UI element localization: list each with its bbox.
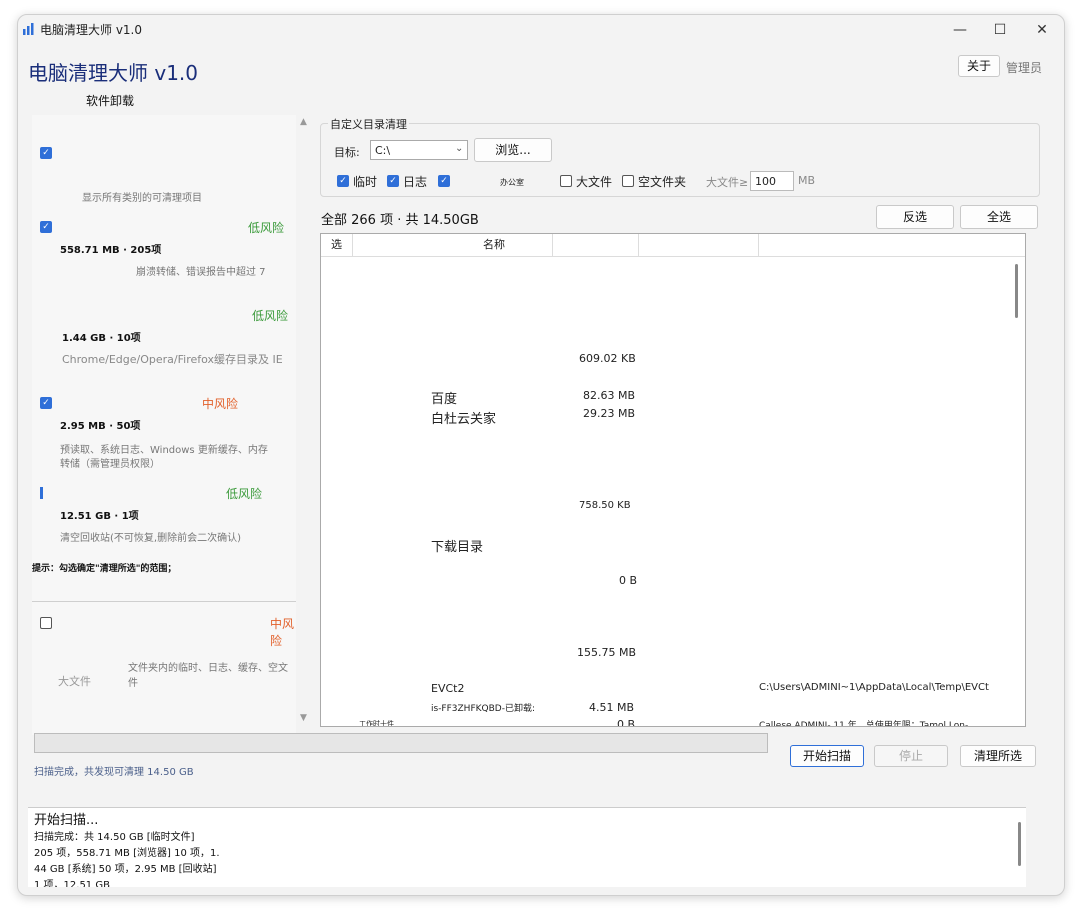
- category-browser-desc: Chrome/Edge/Opera/Firefox缓存目录及 IE: [62, 353, 283, 366]
- table-scrollbar-thumb[interactable]: [1015, 264, 1018, 318]
- column-type[interactable]: [639, 234, 759, 256]
- maximize-button[interactable]: ☐: [980, 19, 1020, 41]
- row-3-size: 29.23 MB: [583, 407, 636, 420]
- tab-uninstall[interactable]: 软件卸载: [86, 92, 134, 109]
- category-browser-stat: 1.44 GB · 10项: [62, 333, 141, 344]
- row-8-name: EVCt2: [431, 682, 465, 695]
- category-large-checkbox[interactable]: [40, 617, 52, 629]
- category-temp-stat: 558.71 MB · 205项: [60, 245, 162, 256]
- category-panel: ✓ 显示所有类别的可清理项目 ✓ 低风险 558.71 MB · 205项 崩溃…: [32, 115, 296, 735]
- category-recycle-checkbox[interactable]: [40, 487, 43, 499]
- filter-empty-checkbox[interactable]: [622, 175, 634, 187]
- category-scrollbar[interactable]: ▲ ▼: [298, 115, 312, 731]
- size-threshold-input[interactable]: 100: [750, 171, 794, 191]
- row-4-size: 758.50 KB: [579, 500, 631, 511]
- filter-large-checkbox[interactable]: [560, 175, 572, 187]
- size-threshold-label: 大文件≥: [706, 176, 749, 189]
- category-large-risk: 中风险: [270, 617, 295, 648]
- row-9-size: 4.51 MB: [589, 701, 635, 714]
- start-scan-button[interactable]: 开始扫描: [790, 745, 864, 767]
- row-6-size: 0 B: [619, 574, 638, 587]
- filter-office-checkbox[interactable]: ✓: [438, 175, 450, 187]
- stop-button[interactable]: 停止: [874, 745, 948, 767]
- filter-log-checkbox[interactable]: ✓: [387, 175, 399, 187]
- category-recycle-stat: 12.51 GB · 1项: [60, 511, 139, 522]
- title-bar: 电脑清理大师 v1.0 — ☐ ✕: [18, 15, 1064, 45]
- chevron-down-icon: ⌄: [455, 143, 464, 154]
- header-divider: [321, 256, 1025, 257]
- category-temp-checkbox[interactable]: ✓: [40, 221, 52, 233]
- category-large-desc: 文件夹内的临时、日志、缓存、空文件: [128, 663, 288, 689]
- clean-selected-button[interactable]: 清理所选: [960, 745, 1036, 767]
- table-footer-label: 工作时十件: [359, 720, 394, 727]
- window-title: 电脑清理大师 v1.0: [40, 23, 143, 37]
- category-temp-desc: 崩溃转储、错误报告中超过 7: [136, 267, 266, 278]
- row-7-size: 155.75 MB: [577, 646, 637, 659]
- log-line: 44 GB [系统] 50 项，2.95 MB [回收站]: [34, 864, 217, 875]
- close-button[interactable]: ✕: [1022, 19, 1062, 41]
- target-value: C:\: [375, 144, 391, 157]
- app-title: 电脑清理大师 v1.0: [28, 61, 198, 85]
- scan-progress-bar: [34, 733, 768, 753]
- category-recycle-risk: 低风险: [226, 487, 263, 501]
- log-line: 扫描完成：共 14.50 GB [临时文件]: [34, 832, 195, 843]
- list-summary: 全部 266 项 · 共 14.50GB: [321, 213, 479, 228]
- filter-temp-label: 临时: [353, 175, 378, 189]
- hint-text: 提示：勾选确定"清理所选"的范围；: [32, 564, 177, 574]
- scroll-down-icon[interactable]: ▼: [300, 713, 307, 723]
- browse-button[interactable]: 浏览...: [474, 138, 552, 162]
- custom-group-title: 自定义目录清理: [328, 116, 409, 132]
- column-select[interactable]: 选: [321, 234, 353, 256]
- log-scrollbar-thumb[interactable]: [1018, 822, 1021, 866]
- filter-temp-checkbox[interactable]: ✓: [337, 175, 349, 187]
- log-line: 205 项，558.71 MB [浏览器] 10 项，1.: [34, 848, 220, 859]
- category-temp-risk: 低风险: [248, 221, 285, 235]
- category-system-desc: 预读取、系统日志、Windows 更新缓存、内存: [60, 445, 268, 456]
- category-browser-risk: 低风险: [252, 309, 289, 323]
- row-5-name: 下载目录: [431, 540, 484, 555]
- category-system-stat: 2.95 MB · 50项: [60, 421, 141, 432]
- log-title: 开始扫描...: [34, 813, 99, 828]
- filter-empty-label: 空文件夹: [638, 175, 687, 189]
- about-button[interactable]: 关于: [958, 55, 1000, 77]
- row-3-name: 白杜云关家: [431, 412, 497, 427]
- row-8-path: C:\Users\ADMINI~1\AppData\Local\Temp\EVC…: [759, 682, 989, 693]
- select-all-button[interactable]: 全选: [960, 205, 1038, 229]
- size-unit: MB: [798, 174, 816, 187]
- file-table: 选 名称 609.02 KB 百度 82.63 MB 白杜云关家 29.23 M…: [320, 233, 1026, 727]
- scroll-up-icon[interactable]: ▲: [300, 117, 307, 127]
- row-10-path: Callese ADMINI- 11 年，总使用年限：Tamol Lon-: [759, 721, 969, 727]
- app-icon: [23, 23, 34, 35]
- filter-large-label: 大文件: [576, 175, 613, 189]
- target-label: 目标:: [334, 146, 360, 159]
- size-threshold-value: 100: [755, 175, 776, 188]
- category-system-checkbox[interactable]: ✓: [40, 397, 52, 409]
- category-large-name: 大文件: [58, 675, 91, 688]
- status-text: 扫描完成，共发现可清理 14.50 GB: [34, 767, 194, 778]
- row-10-size: 0 B: [617, 718, 636, 727]
- row-9-name: is-FF3ZHFKQBD-已卸载:: [431, 704, 535, 714]
- row-1-size: 609.02 KB: [579, 352, 636, 365]
- divider: [32, 601, 296, 602]
- column-name[interactable]: 名称: [353, 234, 553, 256]
- invert-selection-button[interactable]: 反选: [876, 205, 954, 229]
- column-size[interactable]: [553, 234, 639, 256]
- log-panel: 开始扫描... 扫描完成：共 14.50 GB [临时文件] 205 项，558…: [28, 807, 1026, 887]
- category-system-risk: 中风险: [202, 397, 239, 411]
- target-select[interactable]: C:\ ⌄: [370, 140, 468, 160]
- category-system-desc2: 转储（需管理员权限）: [60, 459, 160, 470]
- category-all-summary: 显示所有类别的可清理项目: [82, 193, 202, 204]
- category-recycle-desc: 清空回收站(不可恢复,删除前会二次确认): [60, 533, 241, 544]
- column-path[interactable]: [759, 234, 1025, 256]
- row-2-size: 82.63 MB: [583, 389, 636, 402]
- category-all-checkbox[interactable]: ✓: [40, 147, 52, 159]
- role-label: 管理员: [1006, 61, 1043, 75]
- log-line: 1 项，12.51 GB: [34, 880, 110, 887]
- filter-office-label: 办公室: [500, 178, 524, 187]
- row-2-name: 百度: [431, 392, 458, 407]
- filter-log-label: 日志: [403, 175, 428, 189]
- minimize-button[interactable]: —: [940, 19, 980, 41]
- app-window: 电脑清理大师 v1.0 — ☐ ✕ 电脑清理大师 v1.0 关于 管理员 软件卸…: [17, 14, 1065, 896]
